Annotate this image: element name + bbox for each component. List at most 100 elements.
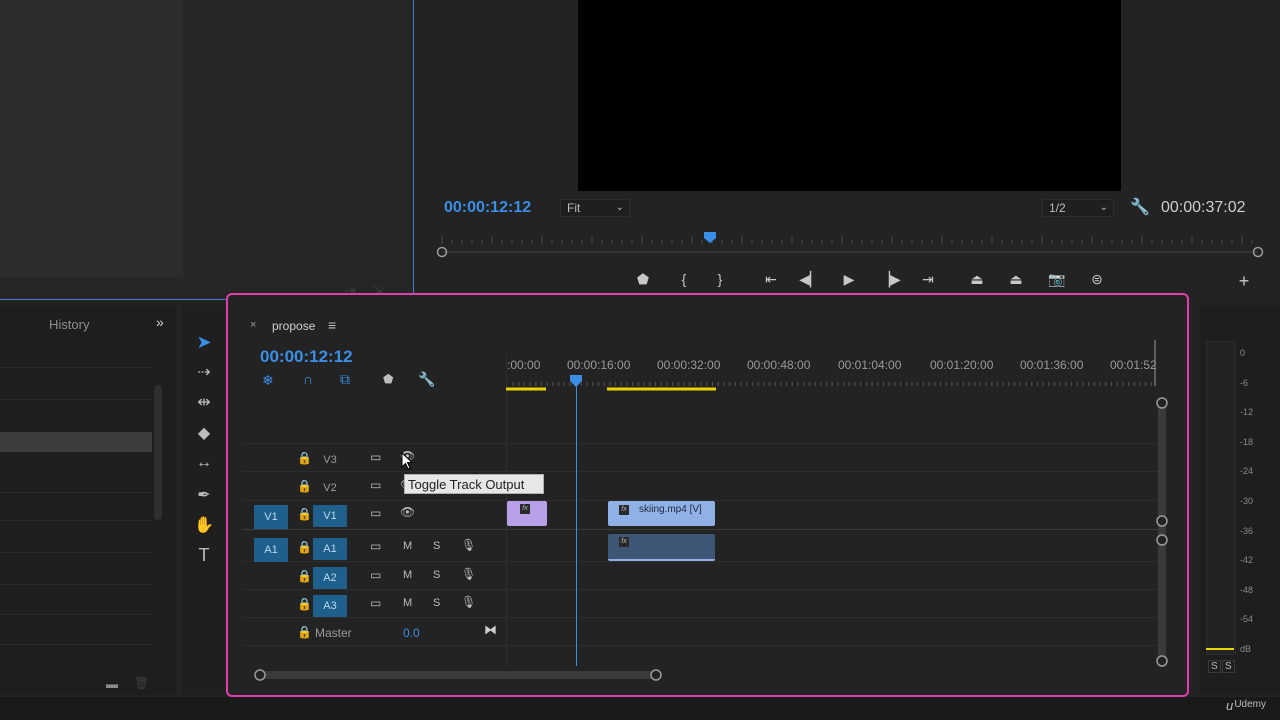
lock-icon[interactable]: 🔒 xyxy=(297,507,312,521)
meter-scale-label: 0 xyxy=(1240,348,1246,358)
lift-icon[interactable]: ⏏ xyxy=(966,271,988,288)
trash-icon[interactable]: 🗑 xyxy=(134,676,149,690)
mouse-cursor-icon xyxy=(401,452,414,470)
solo-left-button[interactable]: S xyxy=(1208,660,1221,673)
nest-toggle-icon[interactable]: ❄ xyxy=(262,372,274,389)
history-scrollbar[interactable] xyxy=(154,385,162,520)
status-bar xyxy=(0,697,1280,720)
mark-in-icon[interactable]: { xyxy=(673,271,695,287)
microphone-icon[interactable]: 🎙 xyxy=(461,595,476,609)
fit-dropdown[interactable]: Fit ⌄ xyxy=(560,199,630,217)
wrench-icon[interactable]: 🔧 xyxy=(1130,197,1150,217)
track-name-a2[interactable]: A2 xyxy=(313,567,347,589)
sync-lock-icon[interactable]: ▭ xyxy=(370,568,381,582)
solo-button[interactable]: S xyxy=(433,569,440,581)
lock-icon[interactable]: 🔒 xyxy=(297,479,312,493)
meter-scale-label: -36 xyxy=(1240,525,1254,536)
go-to-next-edit-icon[interactable]: ⧓ xyxy=(484,622,497,638)
timeline-playhead-marker[interactable] xyxy=(569,374,584,388)
pen-tool-icon[interactable]: ✒ xyxy=(182,485,226,505)
track-name-a3[interactable]: A3 xyxy=(313,595,347,617)
solo-right-button[interactable]: S xyxy=(1222,660,1235,673)
extract-icon[interactable]: ⏏ xyxy=(1005,271,1027,288)
step-back-icon[interactable]: ◀▏ xyxy=(799,271,821,288)
export-frame-icon[interactable]: 📷 xyxy=(1046,271,1068,288)
mute-button[interactable]: M xyxy=(403,597,412,609)
hand-tool-icon[interactable]: ✋ xyxy=(182,515,226,535)
mute-button[interactable]: M xyxy=(403,540,412,552)
go-to-in-icon[interactable]: ⇤ xyxy=(760,271,782,288)
program-playhead-marker[interactable] xyxy=(704,232,716,243)
solo-button[interactable]: S xyxy=(433,597,440,609)
selection-tool-icon[interactable]: ➤ xyxy=(182,332,226,353)
meter-scale-label: -24 xyxy=(1240,466,1254,477)
ruler-label: 00:01:36:00 xyxy=(1020,358,1084,372)
chevron-down-icon: ⌄ xyxy=(1099,202,1108,213)
resolution-dropdown[interactable]: 1/2 ⌄ xyxy=(1042,199,1114,217)
mute-button[interactable]: M xyxy=(403,569,412,581)
microphone-icon[interactable]: 🎙 xyxy=(461,567,476,581)
source-monitor-panel: ⇥ ⇲ xyxy=(0,0,414,300)
razor-tool-icon[interactable]: ◆ xyxy=(182,423,226,443)
fx-badge: fx xyxy=(520,504,530,514)
add-marker-icon[interactable]: ⬟ xyxy=(632,271,654,288)
selected-history-row[interactable] xyxy=(0,432,152,452)
sync-lock-icon[interactable]: ▭ xyxy=(370,450,381,464)
master-volume-value[interactable]: 0.0 xyxy=(403,626,420,640)
slip-tool-icon[interactable]: ↔ xyxy=(182,454,226,472)
mark-out-icon[interactable]: } xyxy=(709,271,731,287)
meter-scale-label: -12 xyxy=(1240,407,1254,418)
lock-icon[interactable]: 🔒 xyxy=(297,597,312,611)
video-clip-skiing[interactable]: fx skiing.mp4 [V] xyxy=(608,501,715,526)
sync-lock-icon[interactable]: ▭ xyxy=(370,506,381,520)
menu-icon[interactable]: ≡ xyxy=(328,317,336,333)
ripple-edit-tool-icon[interactable]: ⇹ xyxy=(182,392,226,412)
track-scrollbars[interactable] xyxy=(1153,395,1173,671)
solo-button[interactable]: S xyxy=(433,540,440,552)
track-name-a1[interactable]: A1 xyxy=(313,538,347,560)
source-patch-v1[interactable]: V1 xyxy=(254,505,288,529)
play-icon[interactable]: ▶ xyxy=(838,271,860,288)
audio-meter-panel: 0 -6 -12 -18 -24 -30 -36 -42 -48 -54 dB S S xyxy=(1200,305,1280,695)
go-to-out-icon[interactable]: ⇥ xyxy=(917,271,939,288)
lock-icon[interactable]: 🔒 xyxy=(297,569,312,583)
timeline-settings-wrench-icon[interactable]: 🔧 xyxy=(418,371,435,388)
sync-lock-icon[interactable]: ▭ xyxy=(370,478,381,492)
lock-icon[interactable]: 🔒 xyxy=(297,451,312,465)
track-name-v3[interactable]: V3 xyxy=(313,449,347,471)
lock-icon[interactable]: 🔒 xyxy=(297,540,312,554)
eye-icon[interactable]: 👁 xyxy=(400,505,415,519)
comparison-view-icon[interactable]: ⊜ xyxy=(1086,271,1108,288)
program-monitor-viewer xyxy=(578,0,1121,191)
track-header-v3: 🔒 V3 ▭ 👁 xyxy=(242,445,507,473)
add-marker-icon[interactable]: ⬟ xyxy=(383,372,393,386)
track-select-tool-icon[interactable]: ⇢ xyxy=(182,362,226,382)
microphone-icon[interactable]: 🎙 xyxy=(461,538,476,552)
ruler-label: 00:01:04:00 xyxy=(838,358,902,372)
history-tab[interactable]: History xyxy=(49,317,89,332)
track-name-v1[interactable]: V1 xyxy=(313,505,347,527)
timeline-timecode[interactable]: 00:00:12:12 xyxy=(260,347,353,367)
program-time-ruler[interactable] xyxy=(432,228,1272,262)
track-header-a1: A1 🔒 A1 ▭ M S 🎙 xyxy=(242,534,507,562)
snap-magnet-icon[interactable]: ∩ xyxy=(303,371,313,387)
step-forward-icon[interactable]: ▕▶ xyxy=(879,271,901,288)
source-patch-a1[interactable]: A1 xyxy=(254,538,288,562)
sync-lock-icon[interactable]: ▭ xyxy=(370,596,381,610)
lock-icon[interactable]: 🔒 xyxy=(297,625,312,639)
track-name-v2[interactable]: V2 xyxy=(313,477,347,499)
video-clip-purple[interactable]: fx xyxy=(507,501,547,526)
sync-lock-icon[interactable]: ▭ xyxy=(370,539,381,553)
add-button-icon[interactable]: + xyxy=(1233,271,1255,292)
audio-clip-skiing[interactable]: fx xyxy=(608,534,715,561)
sequence-tab[interactable]: propose xyxy=(272,319,315,333)
tools-panel: ➤ ⇢ ⇹ ◆ ↔ ✒ ✋ T xyxy=(182,305,226,695)
program-playhead-timecode[interactable]: 00:00:12:12 xyxy=(444,199,531,217)
close-icon[interactable]: × xyxy=(250,319,256,331)
double-chevron-right-icon[interactable]: » xyxy=(156,314,164,330)
timeline-zoom-scrollbar[interactable] xyxy=(252,667,672,683)
clip-name: skiing.mp4 [V] xyxy=(639,504,702,515)
linked-selection-icon[interactable]: ⧉ xyxy=(340,371,350,388)
folder-icon[interactable]: ▬ xyxy=(106,677,118,691)
type-tool-icon[interactable]: T xyxy=(182,545,226,566)
